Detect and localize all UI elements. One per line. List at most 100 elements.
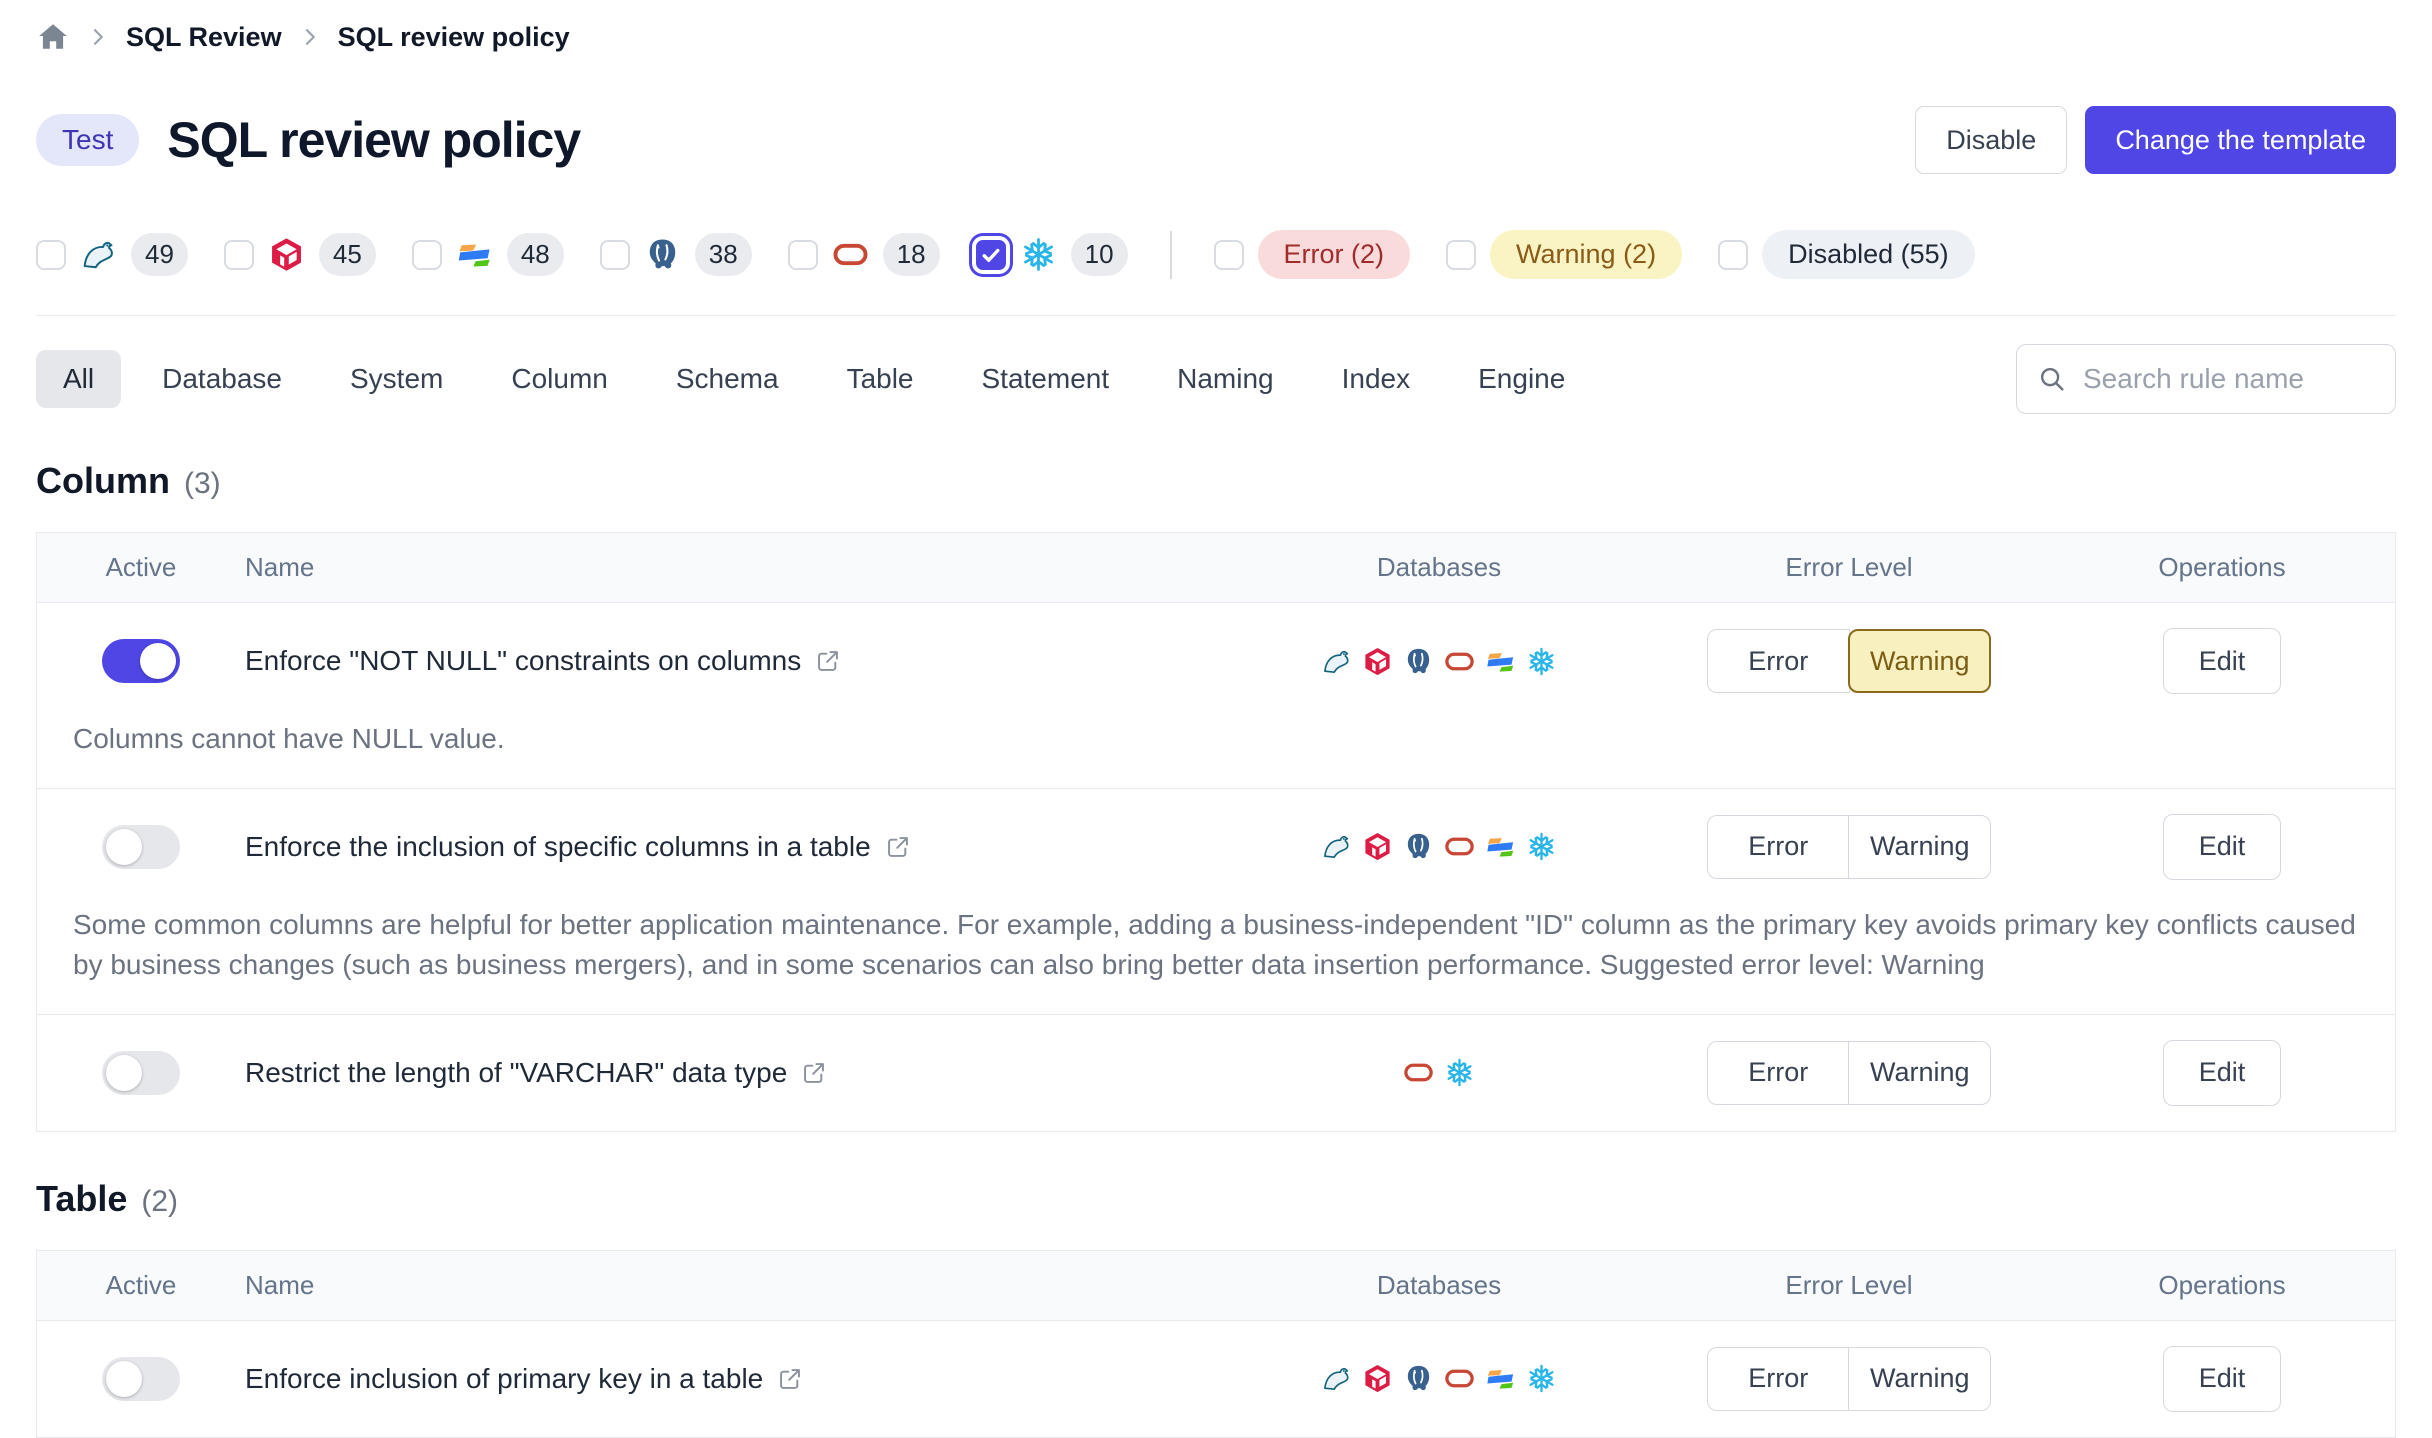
rule-count-badge: 10 — [1071, 233, 1128, 276]
snowflake-icon — [1526, 646, 1557, 677]
postgres-icon — [1403, 831, 1434, 862]
breadcrumb-sql-review[interactable]: SQL Review — [126, 22, 282, 53]
column-header-active: Active — [37, 1270, 245, 1301]
snowflake-icon — [1020, 236, 1057, 273]
toggle-knob — [106, 1361, 142, 1397]
error-level-group: Error Warning — [1707, 629, 1992, 693]
postgres-icon — [644, 236, 681, 273]
tab-system[interactable]: System — [323, 350, 470, 408]
oceanbase-icon — [1485, 1363, 1516, 1394]
error-filter-pill: Error (2) — [1258, 230, 1411, 279]
check-icon — [978, 242, 1004, 268]
rule-count-badge: 48 — [507, 233, 564, 276]
column-header-error-level: Error Level — [1649, 1270, 2049, 1301]
section-title: Column (3) — [36, 460, 2396, 502]
title-actions: Disable Change the template — [1915, 106, 2396, 174]
active-toggle[interactable] — [102, 825, 180, 869]
oceanbase-icon — [1485, 831, 1516, 862]
error-level-error-button[interactable]: Error — [1707, 1041, 1850, 1105]
rule-row: Restrict the length of "VARCHAR" data ty… — [37, 1015, 2395, 1131]
engine-filter: 38 — [600, 233, 752, 276]
tidb-icon — [1362, 646, 1393, 677]
change-template-button[interactable]: Change the template — [2085, 106, 2396, 174]
tidb-icon — [1362, 1363, 1393, 1394]
error-level-error-button[interactable]: Error — [1707, 629, 1850, 693]
error-level-warning-button[interactable]: Warning — [1848, 1041, 1991, 1105]
rule-databases — [1229, 646, 1649, 677]
tab-index[interactable]: Index — [1315, 350, 1438, 408]
oracle-icon — [1444, 646, 1475, 677]
column-header-error-level: Error Level — [1649, 552, 2049, 583]
section-name: Column — [36, 460, 170, 502]
snowflake-icon — [1444, 1057, 1475, 1088]
tab-naming[interactable]: Naming — [1150, 350, 1300, 408]
home-icon[interactable] — [36, 20, 70, 54]
edit-button[interactable]: Edit — [2163, 628, 2282, 694]
category-tabs: AllDatabaseSystemColumn SchemaTableStatem… — [36, 350, 1592, 408]
error-level-error-button[interactable]: Error — [1707, 1347, 1850, 1411]
engine-checkbox[interactable] — [36, 240, 66, 270]
search-box — [2016, 344, 2396, 414]
active-toggle[interactable] — [102, 1357, 180, 1401]
error-level-warning-button[interactable]: Warning — [1848, 815, 1991, 879]
engine-checkbox[interactable] — [412, 240, 442, 270]
rule-count-badge: 49 — [131, 233, 188, 276]
tidb-icon — [268, 236, 305, 273]
rule-row: Enforce inclusion of primary key in a ta… — [37, 1321, 2395, 1437]
tab-statement[interactable]: Statement — [955, 350, 1137, 408]
level-checkbox[interactable] — [1718, 240, 1748, 270]
column-header-operations: Operations — [2049, 1270, 2395, 1301]
mysql-icon — [1321, 1363, 1352, 1394]
engine-checkbox[interactable] — [788, 240, 818, 270]
rule-name: Enforce inclusion of primary key in a ta… — [245, 1363, 763, 1395]
rule-item: Enforce the inclusion of specific column… — [37, 788, 2395, 1014]
tab-column[interactable]: Column — [484, 350, 634, 408]
rule-name: Enforce "NOT NULL" constraints on column… — [245, 645, 801, 677]
disable-button[interactable]: Disable — [1915, 106, 2067, 174]
level-filter: Error (2) — [1214, 230, 1411, 279]
postgres-icon — [1403, 646, 1434, 677]
tab-table[interactable]: Table — [820, 350, 941, 408]
rule-item: Enforce inclusion of primary key in a ta… — [37, 1321, 2395, 1437]
engine-checkbox[interactable] — [224, 240, 254, 270]
engine-checkbox[interactable] — [976, 240, 1006, 270]
mysql-icon — [1321, 831, 1352, 862]
section-title: Table (2) — [36, 1178, 2396, 1220]
column-header-active: Active — [37, 552, 245, 583]
rule-count-badge: 38 — [695, 233, 752, 276]
tab-database[interactable]: Database — [135, 350, 309, 408]
oracle-icon — [1444, 831, 1475, 862]
column-header-operations: Operations — [2049, 552, 2395, 583]
level-filter: Disabled (55) — [1718, 230, 1975, 279]
section-count: (3) — [184, 467, 221, 501]
external-link-icon[interactable] — [777, 1366, 803, 1392]
edit-button[interactable]: Edit — [2163, 1346, 2282, 1412]
active-toggle[interactable] — [102, 1051, 180, 1095]
error-level-warning-button[interactable]: Warning — [1848, 629, 1991, 693]
level-checkbox[interactable] — [1214, 240, 1244, 270]
search-input[interactable] — [2081, 362, 2375, 396]
toggle-knob — [106, 829, 142, 865]
external-link-icon[interactable] — [815, 648, 841, 674]
tab-engine[interactable]: Engine — [1451, 350, 1592, 408]
tab-schema[interactable]: Schema — [649, 350, 806, 408]
edit-button[interactable]: Edit — [2163, 814, 2282, 880]
error-level-warning-button[interactable]: Warning — [1848, 1347, 1991, 1411]
external-link-icon[interactable] — [885, 834, 911, 860]
external-link-icon[interactable] — [801, 1060, 827, 1086]
edit-button[interactable]: Edit — [2163, 1040, 2282, 1106]
title-row: Test SQL review policy Disable Change th… — [36, 106, 2396, 174]
error-level-group: Error Warning — [1707, 1347, 1992, 1411]
level-checkbox[interactable] — [1446, 240, 1476, 270]
oracle-icon — [832, 236, 869, 273]
error-level-error-button[interactable]: Error — [1707, 815, 1850, 879]
rule-name: Enforce the inclusion of specific column… — [245, 831, 871, 863]
rule-section: Column (3) Active Name Databases Error L… — [36, 460, 2396, 1132]
warning-filter-pill: Warning (2) — [1490, 230, 1682, 279]
section-name: Table — [36, 1178, 127, 1220]
engine-filter: 49 — [36, 233, 188, 276]
active-toggle[interactable] — [102, 639, 180, 683]
rule-databases — [1229, 1057, 1649, 1088]
engine-checkbox[interactable] — [600, 240, 630, 270]
tab-all[interactable]: All — [36, 350, 121, 408]
